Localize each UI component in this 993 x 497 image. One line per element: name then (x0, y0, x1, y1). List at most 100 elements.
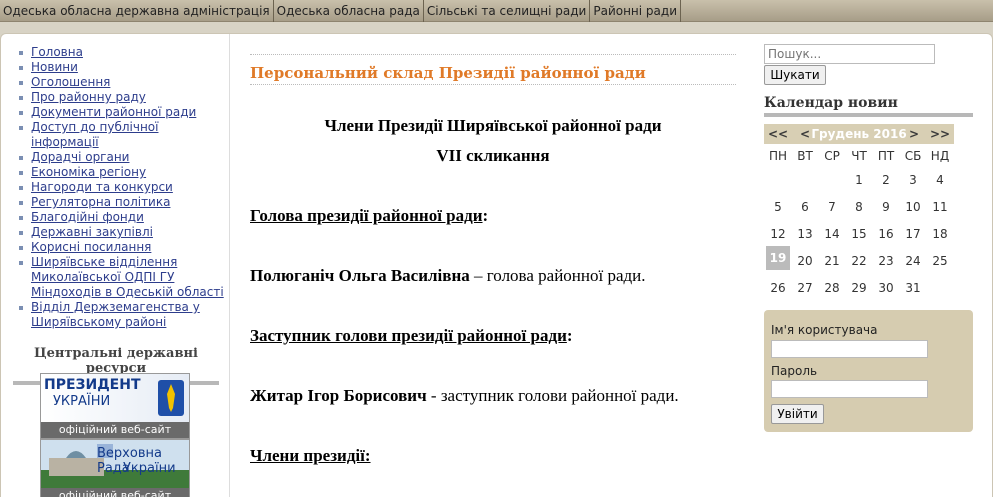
convocation-heading: VII скликання (436, 146, 550, 165)
calendar-day[interactable]: 14 (820, 227, 844, 241)
sidebar-menu: Головна Новини Оголошення Про районну ра… (19, 45, 227, 330)
calendar-day[interactable]: 24 (901, 254, 925, 268)
username-label: Ім'я користувача (771, 323, 878, 337)
password-input[interactable] (771, 380, 928, 398)
calendar-day[interactable]: 17 (901, 227, 925, 241)
topnav-oblrada[interactable]: Одеська обласна рада (274, 0, 424, 22)
sidebar-item-home[interactable]: Головна (19, 45, 227, 60)
sidebar-item-about[interactable]: Про районну раду (19, 90, 227, 105)
calendar-day[interactable]: 5 (766, 200, 790, 214)
calendar-day[interactable]: 6 (793, 200, 817, 214)
right-sidebar: Шукати Календар новин Грудень 2016 << < … (764, 34, 992, 497)
rada-banner[interactable]: Верховна Рада України офіційний веб-сайт (40, 439, 190, 497)
calendar-title: Календар новин (764, 95, 973, 117)
sidebar-item-news[interactable]: Новини (19, 60, 227, 75)
top-navigation: Одеська обласна державна адміністрація О… (0, 0, 993, 22)
sidebar-item-procurement[interactable]: Державні закупівлі (19, 225, 227, 240)
username-input[interactable] (771, 340, 928, 358)
president-banner-image: ПРЕЗИДЕНТ УКРАЇНИ (41, 374, 189, 422)
sidebar-item-public-info[interactable]: Доступ до публічної інформації (19, 120, 227, 150)
title-divider-bottom (250, 84, 736, 85)
rada-banner-image: Верховна Рада України (41, 440, 189, 488)
login-form: Ім'я користувача Пароль Увійти (764, 310, 973, 432)
calendar-weekday: ЧТ (851, 149, 867, 163)
calendar-day[interactable]: 18 (928, 227, 952, 241)
topnav-village-councils[interactable]: Сільські та селищні ради (424, 0, 591, 22)
calendar-day[interactable]: 26 (766, 281, 790, 295)
calendar-day[interactable]: 10 (901, 200, 925, 214)
calendar-month: Грудень 2016 (811, 127, 907, 141)
calendar-day[interactable]: 11 (928, 200, 952, 214)
topnav-oda[interactable]: Одеська обласна державна адміністрація (0, 0, 274, 22)
calendar-day[interactable]: 23 (874, 254, 898, 268)
sidebar-item-regulatory[interactable]: Регуляторна політика (19, 195, 227, 210)
calendar-day[interactable]: 4 (928, 173, 952, 187)
login-button[interactable]: Увійти (771, 404, 824, 424)
members-label: Члени президії: (250, 446, 371, 465)
sidebar-item-advisory[interactable]: Дорадчі органи (19, 150, 227, 165)
calendar-weekday: НД (930, 149, 950, 163)
deputy-section: Заступник голови президії районної ради: (250, 326, 573, 345)
president-banner[interactable]: ПРЕЗИДЕНТ УКРАЇНИ офіційний веб-сайт (40, 373, 190, 439)
calendar-day[interactable]: 30 (874, 281, 898, 295)
sidebar-item-land-agency[interactable]: Відділ Держземагенства у Ширяївському ра… (19, 300, 227, 330)
deputy-entry: Житар Ігор Борисович - заступник голови … (250, 386, 679, 406)
calendar-day[interactable]: 15 (847, 227, 871, 241)
head-section: Голова президії районної ради: (250, 206, 489, 225)
calendar-weekday: ПН (768, 149, 788, 163)
calendar-day[interactable]: 7 (820, 200, 844, 214)
sidebar-item-economy[interactable]: Економіка регіону (19, 165, 227, 180)
calendar-day[interactable]: 2 (874, 173, 898, 187)
head-entry: Полюганіч Ольга Василівна – голова район… (250, 266, 646, 286)
search-input[interactable] (764, 44, 935, 64)
deputy-name: Житар Ігор Борисович (250, 386, 427, 405)
calendar-day[interactable]: 8 (847, 200, 871, 214)
calendar-day[interactable]: 1 (847, 173, 871, 187)
calendar-prev-year[interactable]: << (768, 124, 788, 144)
calendar-next-month[interactable]: > (909, 124, 919, 144)
deputy-role: - заступник голови районної ради. (426, 386, 679, 405)
calendar-day[interactable]: 21 (820, 254, 844, 268)
calendar-day[interactable]: 29 (847, 281, 871, 295)
calendar-day[interactable]: 13 (793, 227, 817, 241)
calendar-weekday: СР (824, 149, 840, 163)
rada-banner-caption: офіційний веб-сайт (41, 488, 189, 497)
calendar-prev-month[interactable]: < (800, 124, 810, 144)
calendar-day[interactable]: 3 (901, 173, 925, 187)
main-content: Персональний склад Президії районної рад… (250, 34, 736, 497)
head-role: – голова районної ради. (469, 266, 646, 285)
sidebar-item-charity[interactable]: Благодійні фонди (19, 210, 227, 225)
calendar-header: Грудень 2016 << < > >> (764, 124, 954, 144)
calendar-day[interactable]: 20 (793, 254, 817, 268)
search-button[interactable]: Шукати (764, 65, 826, 85)
title-divider-top (250, 54, 736, 55)
calendar-day[interactable]: 28 (820, 281, 844, 295)
sidebar-item-documents[interactable]: Документи районної ради (19, 105, 227, 120)
sidebar-item-announcements[interactable]: Оголошення (19, 75, 227, 90)
sidebar-item-awards[interactable]: Нагороди та конкурси (19, 180, 227, 195)
password-label: Пароль (771, 364, 818, 378)
page-title: Персональний склад Президії районної рад… (250, 64, 646, 82)
calendar-next-year[interactable]: >> (930, 124, 950, 144)
sidebar-item-links[interactable]: Корисні посилання (19, 240, 227, 255)
calendar-weekday: ВТ (797, 149, 813, 163)
calendar-day[interactable]: 12 (766, 227, 790, 241)
head-label: Голова президії районної ради (250, 206, 483, 225)
calendar-day[interactable]: 22 (847, 254, 871, 268)
calendar-day[interactable]: 31 (901, 281, 925, 295)
calendar-day[interactable]: 16 (874, 227, 898, 241)
presidium-heading: Члени Президії Ширяївської районної ради (324, 116, 662, 135)
president-banner-line2: УКРАЇНИ (53, 394, 111, 409)
calendar-day[interactable]: 19 (766, 246, 790, 270)
calendar-day[interactable]: 25 (928, 254, 952, 268)
calendar-day[interactable]: 9 (874, 200, 898, 214)
left-sidebar: Головна Новини Оголошення Про районну ра… (1, 34, 230, 497)
topnav-district-councils[interactable]: Районні ради (590, 0, 681, 22)
page-frame: Головна Новини Оголошення Про районну ра… (0, 33, 993, 497)
president-banner-line1: ПРЕЗИДЕНТ (44, 377, 141, 393)
calendar-day[interactable]: 27 (793, 281, 817, 295)
calendar-weekday: ПТ (877, 149, 895, 163)
sidebar-item-tax-office[interactable]: Ширяївське відділення Миколаївської ОДПІ… (19, 255, 227, 300)
deputy-label: Заступник голови президії районної ради (250, 326, 567, 345)
president-banner-caption: офіційний веб-сайт (41, 422, 189, 438)
